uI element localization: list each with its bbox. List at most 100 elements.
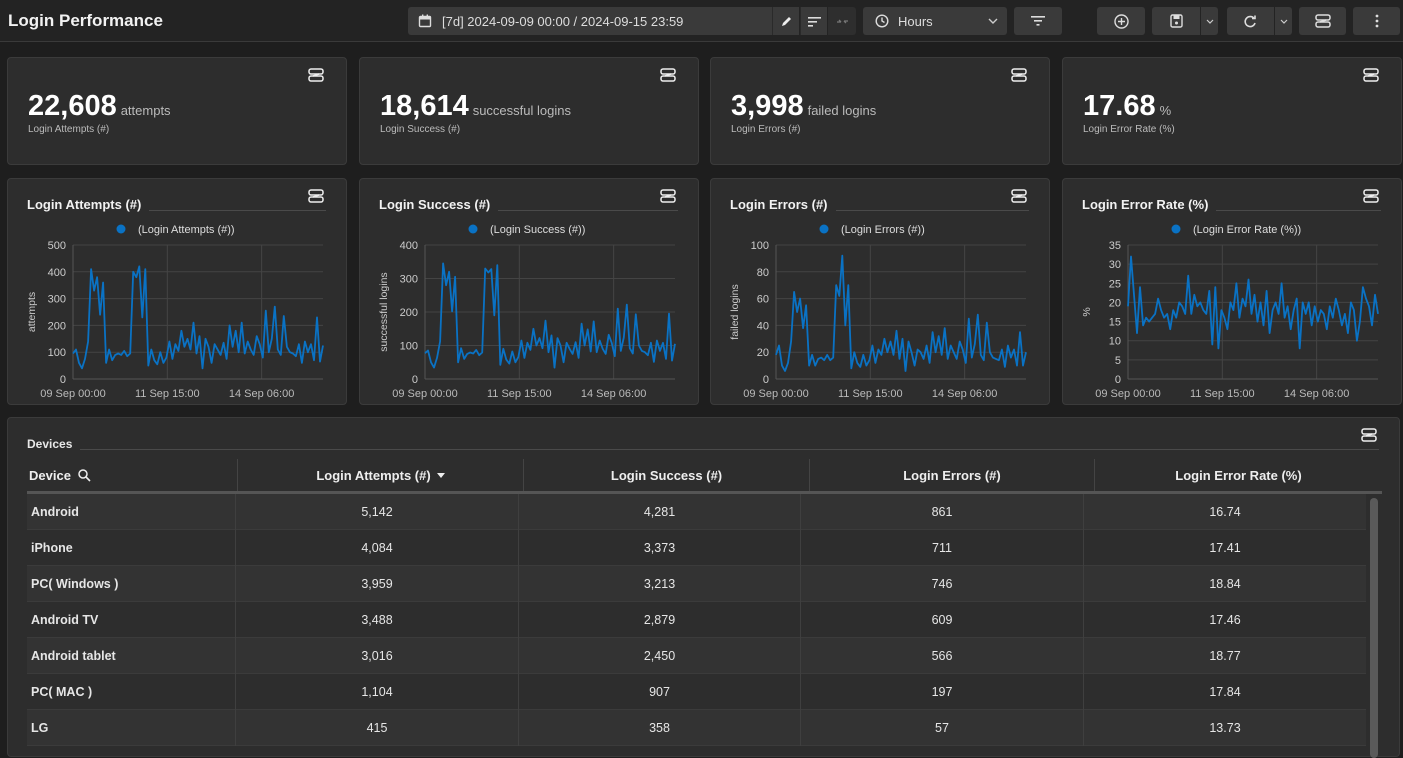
kpi-value: 18,614 [380, 90, 469, 122]
table-row[interactable]: iPhone 4,084 3,373 711 17.41 [27, 530, 1366, 566]
table-cell: 3,959 [235, 566, 518, 602]
refresh-options-button[interactable] [1275, 7, 1292, 35]
table-cell: 3,488 [235, 602, 518, 638]
table-row[interactable]: Android 5,142 4,281 861 16.74 [27, 494, 1366, 530]
x-tick-label: 11 Sep 15:00 [838, 388, 903, 400]
add-widget-button[interactable] [1097, 7, 1145, 35]
column-header[interactable]: Device [27, 459, 237, 491]
sort-icon [807, 16, 821, 27]
chevron-down-icon [988, 18, 998, 24]
widget-menu-icon[interactable] [1011, 68, 1027, 82]
legend-marker [819, 224, 829, 234]
column-header[interactable]: Login Errors (#) [809, 459, 1094, 491]
refresh-button[interactable] [1227, 7, 1274, 35]
save-options-button[interactable] [1201, 7, 1218, 35]
more-options-button[interactable] [1353, 7, 1400, 35]
more-vertical-icon [1375, 14, 1378, 28]
kpi-unit: attempts [120, 103, 171, 118]
refresh-icon [1244, 15, 1256, 27]
kpi-label: Login Error Rate (%) [1083, 124, 1175, 135]
table-row[interactable]: Android tablet 3,016 2,450 566 18.77 [27, 638, 1366, 674]
calendar-icon [418, 14, 432, 28]
edit-range-button[interactable] [772, 7, 799, 35]
column-header-label: Login Success (#) [610, 467, 723, 483]
y-tick-label: 300 [48, 294, 66, 306]
table-cell: PC( MAC ) [31, 685, 93, 699]
kpi-unit: failed logins [807, 103, 877, 118]
column-header[interactable]: Login Attempts (#) [237, 459, 523, 491]
y-tick-label: 35 [1109, 240, 1121, 252]
table-cell: 4,084 [235, 530, 518, 566]
legend-label: (Login Error Rate (%)) [1193, 224, 1301, 236]
widget-menu-icon[interactable] [1361, 428, 1377, 442]
table-cell: 3,016 [235, 638, 518, 674]
widget-icon [1314, 14, 1331, 28]
column-header[interactable]: Login Error Rate (%) [1094, 459, 1382, 491]
chart-title: Login Errors (#) [730, 197, 836, 212]
line-chart: (Login Error Rate (%)) 0 5 10 15 20 25 30 35 09 S… [1081, 224, 1379, 400]
table-cell: 907 [518, 674, 800, 710]
date-range-text: [7d] 2024-09-09 00:00 / 2024-09-15 23:59 [442, 13, 684, 29]
kpi-unit: % [1159, 103, 1172, 118]
chart-card: Login Error Rate (%) (Login Error Rate (… [1062, 178, 1402, 405]
filter-button[interactable] [1014, 7, 1062, 35]
granularity-value: Hours [898, 13, 933, 29]
x-tick-label: 09 Sep 00:00 [392, 388, 457, 400]
y-tick-label: 40 [757, 320, 769, 332]
table-cell: 18.77 [1083, 638, 1366, 674]
devices-title: Devices [27, 437, 81, 451]
table-row[interactable]: PC( MAC ) 1,104 907 197 17.84 [27, 674, 1366, 710]
widget-menu-icon[interactable] [1363, 68, 1379, 82]
table-row[interactable]: Android TV 3,488 2,879 609 17.46 [27, 602, 1366, 638]
table-cell: Android [31, 505, 79, 519]
chevron-down-icon [1280, 19, 1287, 24]
table-cell: PC( Windows ) [31, 577, 119, 591]
table-cell: 711 [800, 530, 1083, 566]
y-tick-label: 0 [412, 374, 418, 386]
table-cell: 17.46 [1083, 602, 1366, 638]
kpi-card: 18,614 successful logins Login Success (#… [359, 57, 699, 165]
compare-button[interactable] [828, 7, 856, 35]
widget-button[interactable] [1299, 7, 1346, 35]
sort-descending-icon [436, 472, 445, 478]
y-tick-label: 20 [1109, 297, 1121, 309]
table-cell: Android TV [31, 613, 99, 627]
table-scrollbar[interactable] [1370, 498, 1378, 758]
y-tick-label: 500 [48, 240, 66, 252]
table-cell: 566 [800, 638, 1083, 674]
y-tick-label: 100 [751, 240, 769, 252]
kpi-card: 3,998 failed logins Login Errors (#) [710, 57, 1050, 165]
legend-label: (Login Success (#)) [490, 224, 585, 236]
table-cell: 17.41 [1083, 530, 1366, 566]
chart-title: Login Attempts (#) [27, 197, 150, 212]
y-tick-label: 60 [757, 294, 769, 306]
column-header-label: Login Errors (#) [903, 467, 1001, 483]
x-tick-label: 14 Sep 06:00 [581, 388, 646, 400]
legend-marker [1171, 224, 1181, 234]
column-header-label: Login Error Rate (%) [1175, 467, 1302, 483]
chart-card: Login Errors (#) (Login Errors (#)) 0 20 40… [710, 178, 1050, 405]
save-button[interactable] [1152, 7, 1200, 35]
granularity-select[interactable]: Hours [863, 7, 1007, 35]
y-tick-label: 0 [60, 374, 66, 386]
table-cell: 197 [800, 674, 1083, 710]
date-range-picker[interactable]: [7d] 2024-09-09 00:00 / 2024-09-15 23:59 [408, 7, 772, 35]
table-cell: 5,142 [235, 494, 518, 530]
kpi-value: 17.68 [1083, 90, 1156, 122]
widget-menu-icon[interactable] [660, 68, 676, 82]
column-header[interactable]: Login Success (#) [523, 459, 809, 491]
search-icon[interactable] [78, 468, 91, 482]
x-tick-label: 14 Sep 06:00 [1284, 388, 1349, 400]
y-tick-label: 400 [48, 267, 66, 279]
table-row[interactable]: LG 415 358 57 13.73 [27, 710, 1366, 746]
widget-menu-icon[interactable] [308, 68, 324, 82]
line-chart: (Login Success (#)) 0 100 200 300 400 09 Sep 0… [378, 224, 676, 400]
series-line [775, 254, 1027, 372]
y-tick-label: 10 [1109, 336, 1121, 348]
x-tick-label: 11 Sep 15:00 [487, 388, 552, 400]
sort-button[interactable] [800, 7, 827, 35]
y-axis-label: % [1081, 307, 1093, 316]
table-row[interactable]: PC( Windows ) 3,959 3,213 746 18.84 [27, 566, 1366, 602]
table-cell: 3,213 [518, 566, 800, 602]
table-cell: iPhone [31, 541, 73, 555]
